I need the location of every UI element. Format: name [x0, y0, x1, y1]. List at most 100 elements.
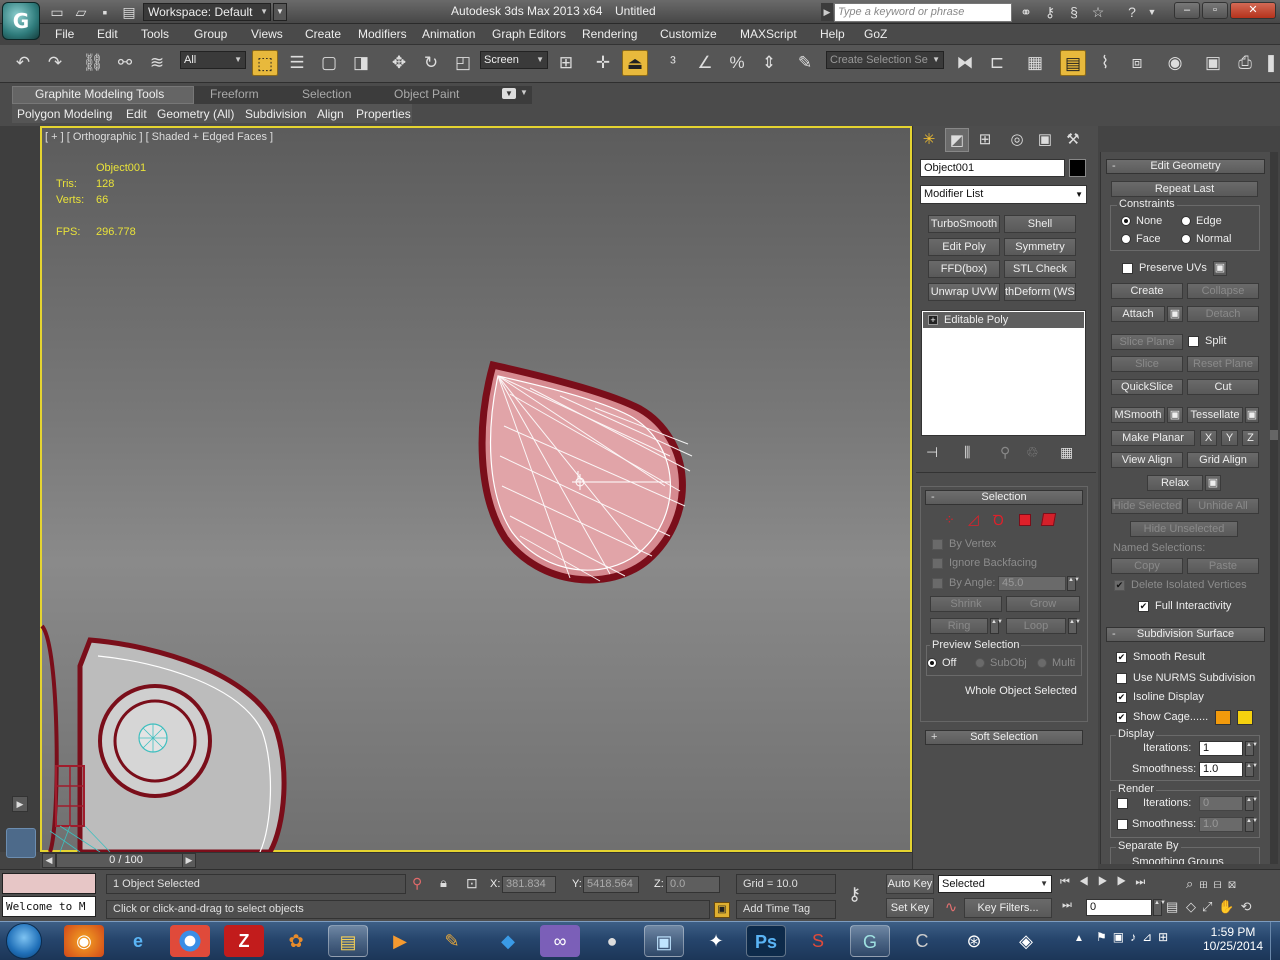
- tessellate-settings-icon[interactable]: ▣: [1245, 407, 1259, 423]
- tab-object-paint[interactable]: Object Paint: [394, 87, 459, 101]
- select-object-icon[interactable]: ⬚: [252, 50, 278, 76]
- viewport-navigation-row-1[interactable]: ⌕⊞⊟⊠: [1186, 876, 1242, 892]
- internet-explorer-icon[interactable]: e: [118, 925, 158, 957]
- new-file-icon[interactable]: ▭: [48, 3, 66, 21]
- ring-button[interactable]: Ring: [930, 618, 988, 634]
- schematic-view-icon[interactable]: ⧈: [1124, 50, 1150, 76]
- panel-edit[interactable]: Edit: [126, 107, 147, 121]
- show-desktop-button[interactable]: [1270, 922, 1280, 960]
- angle-snap-icon[interactable]: ∠: [692, 50, 718, 76]
- ignore-backfacing-checkbox[interactable]: [932, 558, 943, 569]
- character-app-icon[interactable]: ✦: [696, 925, 736, 957]
- workspace-dropdown[interactable]: Workspace: Default ▼: [143, 3, 271, 21]
- menu-customize[interactable]: Customize: [660, 27, 717, 41]
- by-angle-checkbox[interactable]: [932, 578, 943, 589]
- render-smoothness-checkbox[interactable]: [1117, 819, 1128, 830]
- remote-desktop-icon[interactable]: ▣: [644, 925, 684, 957]
- menu-modifiers[interactable]: Modifiers: [358, 27, 407, 41]
- open-file-icon[interactable]: ▱: [72, 3, 90, 21]
- delete-isolated-checkbox[interactable]: ✔: [1114, 580, 1125, 591]
- planar-y-button[interactable]: Y: [1221, 430, 1238, 446]
- smooth-result-checkbox[interactable]: ✔: [1116, 652, 1127, 663]
- time-configuration-icon[interactable]: ▤: [1166, 899, 1178, 915]
- save-file-icon[interactable]: ▪: [96, 3, 114, 21]
- isoline-display-checkbox[interactable]: ✔: [1116, 692, 1127, 703]
- unity-icon[interactable]: ⊛: [954, 925, 994, 957]
- constraint-face-radio[interactable]: [1121, 234, 1131, 244]
- detach-button[interactable]: Detach: [1187, 306, 1259, 322]
- stack-item-editable-poly[interactable]: Editable Poly: [923, 312, 1084, 328]
- absolute-mode-icon[interactable]: ⊡: [466, 875, 478, 892]
- command-panel-scrollbar[interactable]: [1270, 152, 1278, 864]
- viewport-label-menu[interactable]: [ + ] [ Orthographic ] [ Shaded + Edged …: [45, 131, 273, 143]
- unlink-selection-icon[interactable]: ⚯: [112, 50, 138, 76]
- ccleaner-icon[interactable]: C: [902, 925, 942, 957]
- select-by-name-icon[interactable]: ☰: [284, 50, 310, 76]
- key-filters-button[interactable]: Key Filters...: [964, 898, 1052, 918]
- curve-editor-icon[interactable]: ⌇: [1092, 50, 1118, 76]
- vpn-app-icon[interactable]: ◈: [1006, 925, 1046, 957]
- make-planar-button[interactable]: Make Planar: [1111, 430, 1195, 446]
- render-frame-icon[interactable]: ⎙: [1232, 50, 1258, 76]
- constraint-edge-radio[interactable]: [1181, 216, 1191, 226]
- shrink-button[interactable]: Shrink: [930, 596, 1002, 612]
- panel-geometry-all[interactable]: Geometry (All): [157, 107, 234, 121]
- coord-y-field[interactable]: 5418.564: [583, 876, 639, 893]
- reset-plane-button[interactable]: Reset Plane: [1187, 356, 1259, 372]
- display-iterations-spinner[interactable]: ▲▼: [1245, 741, 1258, 756]
- percent-snap-icon[interactable]: %: [724, 50, 750, 76]
- use-nurms-checkbox[interactable]: [1116, 673, 1127, 684]
- taskbar-clock[interactable]: 1:59 PM 10/25/2014: [1200, 925, 1266, 953]
- infocenter-toggle[interactable]: ▶: [821, 3, 833, 21]
- polygon-mode-icon[interactable]: [1019, 514, 1031, 526]
- redo-icon[interactable]: ↷: [42, 50, 68, 76]
- maximize-button[interactable]: ▫: [1202, 2, 1228, 19]
- object-color-swatch[interactable]: [1069, 159, 1086, 177]
- coord-z-field[interactable]: 0.0: [666, 876, 720, 893]
- select-and-link-icon[interactable]: ⛓: [80, 50, 106, 76]
- hide-selected-button[interactable]: Hide Selected: [1111, 498, 1183, 514]
- render-smoothness-field[interactable]: 1.0: [1199, 817, 1243, 832]
- 3ds-max-taskbar-icon[interactable]: G: [850, 925, 890, 957]
- dropbox-icon[interactable]: ◆: [488, 925, 528, 957]
- menu-file[interactable]: File: [55, 27, 74, 41]
- preview-multi-radio[interactable]: [1037, 658, 1047, 668]
- render-iterations-spinner[interactable]: ▲▼: [1245, 796, 1258, 811]
- undo-icon[interactable]: ↶: [10, 50, 36, 76]
- binoculars-icon[interactable]: ⚭: [1016, 3, 1036, 21]
- time-prev-button[interactable]: ◀: [42, 853, 56, 868]
- graphite-toggle-icon[interactable]: ▤: [1060, 50, 1086, 76]
- soft-selection-rollout-header[interactable]: + Soft Selection: [925, 730, 1083, 745]
- modifier-button-edit-poly[interactable]: Edit Poly: [928, 238, 1000, 256]
- photoshop-icon[interactable]: Ps: [746, 925, 786, 957]
- relax-button[interactable]: Relax: [1147, 475, 1203, 491]
- paste-button[interactable]: Paste: [1187, 558, 1259, 574]
- firefox-icon[interactable]: ◉: [64, 925, 104, 957]
- modifier-button-ffd-box[interactable]: FFD(box): [928, 260, 1000, 278]
- planar-x-button[interactable]: X: [1200, 430, 1217, 446]
- add-time-tag-button[interactable]: Add Time Tag: [736, 900, 836, 919]
- mudbox-icon[interactable]: ●: [592, 925, 632, 957]
- display-tab-icon[interactable]: ▣: [1033, 128, 1057, 152]
- coord-x-field[interactable]: 381.834: [502, 876, 556, 893]
- grow-button[interactable]: Grow: [1006, 596, 1080, 612]
- search-input[interactable]: Type a keyword or phrase: [834, 3, 1012, 22]
- render-setup-icon[interactable]: ▣: [1200, 50, 1226, 76]
- substance-icon[interactable]: S: [798, 925, 838, 957]
- menu-goz[interactable]: GoZ: [864, 27, 887, 41]
- ring-spinner[interactable]: ▲▼: [990, 618, 1003, 634]
- filezilla-icon[interactable]: Z: [224, 925, 264, 957]
- named-selection-dropdown[interactable]: Create Selection Se ▼: [826, 51, 944, 69]
- bind-to-space-warp-icon[interactable]: ≋: [144, 50, 170, 76]
- msmooth-settings-icon[interactable]: ▣: [1167, 407, 1183, 423]
- system-tray-icons[interactable]: ⚑▣♪⊿⊞: [1096, 930, 1174, 944]
- constraint-none-radio[interactable]: [1121, 216, 1131, 226]
- panel-polygon-modeling[interactable]: Polygon Modeling: [17, 107, 112, 121]
- menu-tools[interactable]: Tools: [141, 27, 169, 41]
- show-hidden-icons[interactable]: ▲: [1074, 933, 1084, 944]
- border-mode-icon[interactable]: Ꝺ: [993, 511, 1004, 530]
- isolate-selection-icon[interactable]: ⚲: [412, 875, 422, 892]
- view-align-button[interactable]: View Align: [1111, 452, 1183, 468]
- tab-selection[interactable]: Selection: [302, 87, 351, 101]
- panel-subdivision[interactable]: Subdivision: [245, 107, 306, 121]
